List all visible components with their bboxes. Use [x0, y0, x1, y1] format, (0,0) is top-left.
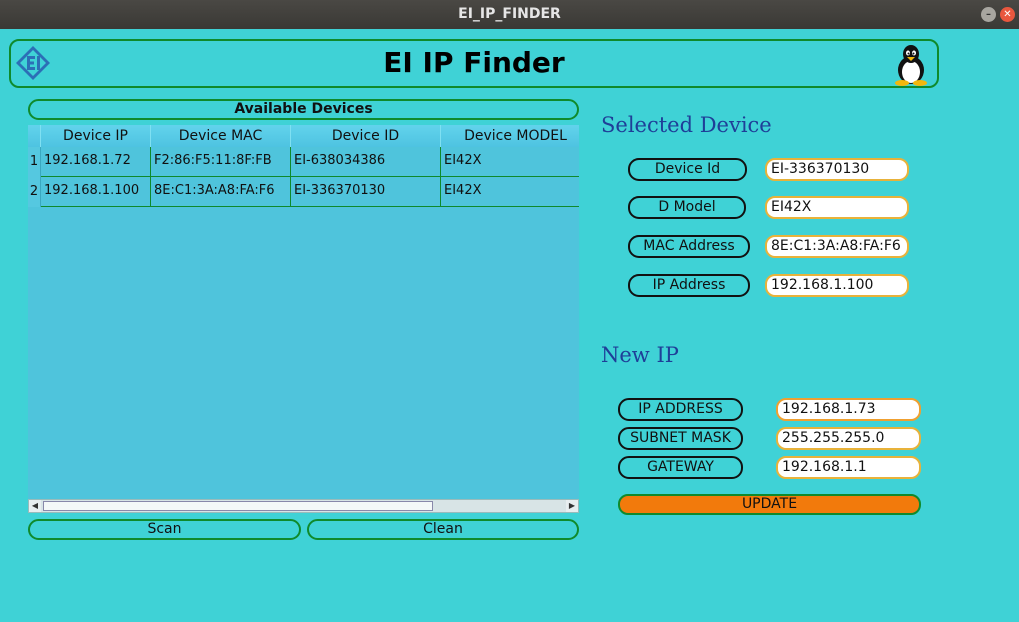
minimize-icon[interactable]: –: [981, 7, 996, 22]
scan-button[interactable]: Scan: [28, 519, 301, 540]
app-header: EI IP Finder: [9, 39, 939, 88]
table-cell-ip[interactable]: 192.168.1.100: [41, 177, 151, 207]
scroll-right-icon[interactable]: ▶: [566, 500, 578, 512]
subnet-mask-input[interactable]: 255.255.255.0: [776, 427, 921, 450]
table-cell-ip[interactable]: 192.168.1.72: [41, 147, 151, 177]
table-cell-id[interactable]: EI-336370130: [291, 177, 441, 207]
scroll-left-icon[interactable]: ◀: [29, 500, 41, 512]
device-id-label: Device Id: [628, 158, 747, 181]
mac-address-label: MAC Address: [628, 235, 750, 258]
new-ip-address-label: IP ADDRESS: [618, 398, 743, 421]
device-id-field[interactable]: EI-336370130: [765, 158, 909, 181]
table-cell-id[interactable]: EI-638034386: [291, 147, 441, 177]
column-header-device-mac[interactable]: Device MAC: [151, 125, 291, 147]
column-header-device-id[interactable]: Device ID: [291, 125, 441, 147]
table-cell-mac[interactable]: F2:86:F5:11:8F:FB: [151, 147, 291, 177]
devices-table: Device IP Device MAC Device ID Device MO…: [28, 125, 579, 500]
table-corner: [28, 125, 41, 147]
column-header-device-ip[interactable]: Device IP: [41, 125, 151, 147]
ip-address-field[interactable]: 192.168.1.100: [765, 274, 909, 297]
subnet-mask-label: SUBNET MASK: [618, 427, 743, 450]
clean-button[interactable]: Clean: [307, 519, 579, 540]
app-title: EI IP Finder: [383, 46, 565, 79]
ip-address-label: IP Address: [628, 274, 750, 297]
new-ip-address-input[interactable]: 192.168.1.73: [776, 398, 921, 421]
table-cell-model[interactable]: EI42X: [441, 147, 579, 177]
available-devices-header: Available Devices: [28, 99, 579, 120]
window-titlebar: EI_IP_FINDER – ✕: [0, 0, 1019, 29]
table-cell-mac[interactable]: 8E:C1:3A:A8:FA:F6: [151, 177, 291, 207]
new-ip-title: New IP: [601, 343, 679, 367]
gateway-input[interactable]: 192.168.1.1: [776, 456, 921, 479]
column-header-device-model[interactable]: Device MODEL: [441, 125, 579, 147]
device-model-label: D Model: [628, 196, 746, 219]
horizontal-scrollbar[interactable]: ◀ ▶: [28, 499, 579, 513]
close-icon[interactable]: ✕: [1000, 7, 1015, 22]
device-model-field[interactable]: EI42X: [765, 196, 909, 219]
row-number[interactable]: 1: [28, 147, 41, 177]
scrollbar-thumb[interactable]: [43, 501, 433, 511]
gateway-label: GATEWAY: [618, 456, 743, 479]
linux-tux-icon: [895, 45, 927, 86]
window-title: EI_IP_FINDER: [458, 6, 561, 22]
update-button[interactable]: UPDATE: [618, 494, 921, 515]
row-number[interactable]: 2: [28, 177, 41, 207]
mac-address-field[interactable]: 8E:C1:3A:A8:FA:F6: [765, 235, 909, 258]
table-cell-model[interactable]: EI42X: [441, 177, 579, 207]
selected-device-title: Selected Device: [601, 113, 772, 137]
